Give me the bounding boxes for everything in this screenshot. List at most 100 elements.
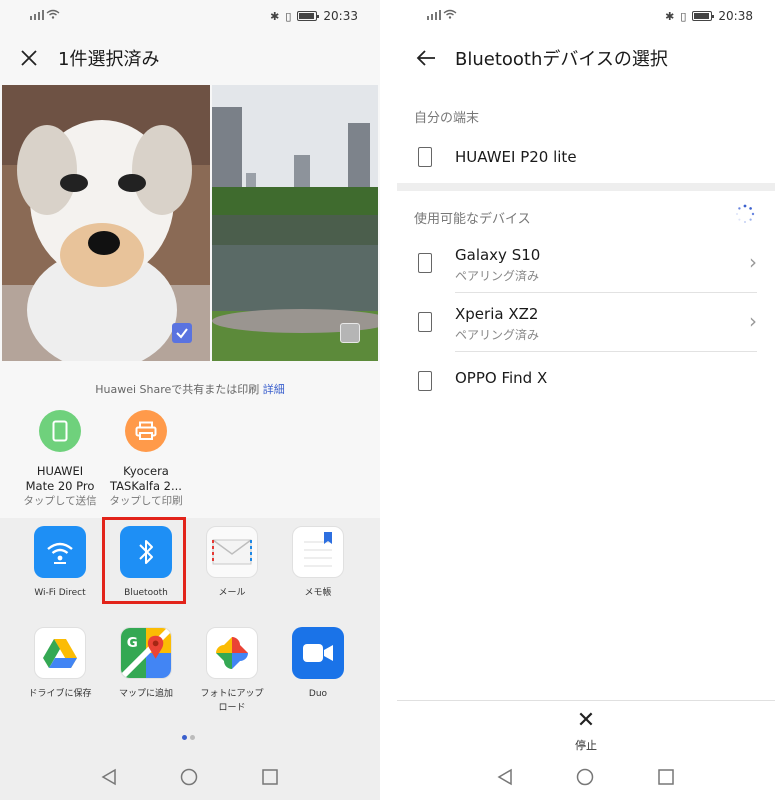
status-bar: ✱ ▯ 20:38	[397, 0, 775, 32]
phone-icon	[418, 147, 432, 167]
app-label: メール	[218, 588, 246, 598]
check-icon	[176, 328, 188, 339]
status-bar: ✱ ▯ 20:33	[0, 0, 380, 32]
device-row-oppo[interactable]: OPPO Find X	[397, 352, 775, 410]
device-name: Galaxy S10	[455, 246, 541, 264]
battery-icon	[692, 11, 715, 21]
chevron-right-icon[interactable]: ›	[749, 250, 757, 274]
duo-icon	[292, 627, 344, 679]
back-button[interactable]	[397, 38, 455, 78]
app-label: ドライブに保存	[28, 689, 92, 699]
park-photo-image	[212, 85, 378, 361]
share-hint-text: Huawei Shareで共有または印刷	[95, 383, 260, 396]
signal-icon	[30, 10, 44, 20]
back-nav-icon[interactable]	[496, 768, 514, 786]
section-separator	[397, 183, 775, 191]
device-row-xperia[interactable]: Xperia XZ2 ペアリング済み ›	[397, 293, 775, 351]
phone-icon	[418, 312, 432, 332]
wifi-icon	[443, 9, 457, 19]
my-device-name: HUAWEI P20 lite	[455, 148, 577, 166]
huawei-share-hint: Huawei Shareで共有または印刷 詳細	[0, 381, 380, 397]
device-name-line1: HUAWEI	[36, 464, 84, 478]
share-device-mate20pro[interactable]: HUAWEI Mate 20 Pro タップして送信	[15, 408, 105, 509]
app-notepad[interactable]: メモ帳	[275, 526, 361, 600]
my-device-row: HUAWEI P20 lite	[397, 128, 775, 186]
app-bar: Bluetoothデバイスの選択	[397, 38, 775, 78]
device-name: Xperia XZ2	[455, 305, 539, 323]
phone-icon	[418, 371, 432, 391]
details-link[interactable]: 詳細	[263, 383, 285, 396]
vibrate-icon: ▯	[285, 9, 292, 23]
device-status: ペアリング済み	[455, 269, 540, 283]
phone-icon	[418, 253, 432, 273]
bluetooth-status-icon: ✱	[665, 9, 675, 23]
device-status: ペアリング済み	[455, 328, 540, 342]
page-dot	[190, 735, 195, 740]
printer-icon	[125, 410, 167, 452]
nav-bar	[0, 754, 380, 800]
device-name: OPPO Find X	[455, 369, 548, 387]
my-device-section-title: 自分の端末	[414, 111, 480, 126]
recents-nav-icon[interactable]	[261, 768, 279, 786]
back-nav-icon[interactable]	[100, 768, 118, 786]
recents-nav-icon[interactable]	[657, 768, 675, 786]
home-nav-icon[interactable]	[576, 768, 594, 786]
app-google-drive[interactable]: ドライブに保存	[17, 627, 103, 701]
photo-grid	[2, 85, 378, 361]
mail-icon	[206, 526, 258, 578]
device-name-line1: Kyocera	[123, 464, 169, 478]
close-icon: ✕	[576, 708, 596, 733]
notepad-icon	[292, 526, 344, 578]
nav-bar	[397, 754, 775, 800]
app-mail[interactable]: メール	[189, 526, 275, 600]
app-google-maps[interactable]: G マップに追加	[103, 627, 189, 701]
close-icon	[21, 50, 37, 66]
app-duo[interactable]: Duo	[275, 627, 361, 701]
bluetooth-highlight-box	[102, 517, 186, 604]
app-bar: 1件選択済み	[0, 38, 380, 78]
battery-icon	[297, 11, 320, 21]
app-label: フォトにアップ ロード	[200, 689, 264, 713]
page-title: 1件選択済み	[58, 49, 160, 70]
google-photos-icon	[206, 627, 258, 679]
arrow-left-icon	[416, 50, 435, 66]
device-sub: タップして印刷	[109, 495, 183, 507]
app-label: メモ帳	[304, 588, 332, 598]
stop-label: 停止	[575, 739, 597, 752]
device-name-line2: Mate 20 Pro	[25, 479, 95, 493]
wifi-icon	[46, 9, 60, 19]
device-sub: タップして送信	[23, 495, 97, 507]
share-sheet-screen: ✱ ▯ 20:33 1件選択済み Huawei Shareで共有または印刷 詳細…	[0, 0, 380, 800]
unselected-checkbox[interactable]	[340, 323, 360, 343]
page-indicator	[182, 735, 195, 740]
app-label: Duo	[308, 689, 328, 699]
app-wifi-direct[interactable]: Wi-Fi Direct	[17, 526, 103, 600]
bottom-action-bar: ✕ 停止	[397, 700, 775, 754]
share-device-kyocera[interactable]: Kyocera TASKalfa 2... タップして印刷	[101, 408, 191, 509]
app-google-photos[interactable]: フォトにアップ ロード	[189, 627, 275, 715]
clock: 20:38	[718, 9, 753, 23]
page-title: Bluetoothデバイスの選択	[455, 49, 668, 70]
device-row-galaxy[interactable]: Galaxy S10 ペアリング済み ›	[397, 234, 775, 292]
stop-button[interactable]: ✕ 停止	[566, 709, 606, 753]
home-nav-icon[interactable]	[180, 768, 198, 786]
dog-photo-image	[2, 85, 210, 361]
bluetooth-status-icon: ✱	[270, 9, 280, 23]
available-section-title: 使用可能なデバイス	[414, 212, 531, 227]
phone-icon	[39, 410, 81, 452]
close-button[interactable]	[0, 38, 58, 78]
photo-dog[interactable]	[2, 85, 210, 361]
vibrate-icon: ▯	[680, 9, 687, 23]
chevron-right-icon[interactable]: ›	[749, 309, 757, 333]
google-maps-icon: G	[120, 627, 172, 679]
svg-text:G: G	[127, 636, 138, 651]
app-label: Wi-Fi Direct	[34, 588, 86, 598]
signal-icon	[427, 10, 441, 20]
selected-checkbox[interactable]	[172, 323, 192, 343]
app-label: マップに追加	[118, 689, 173, 699]
page-dot-active	[182, 735, 187, 740]
clock: 20:33	[323, 9, 358, 23]
photo-park[interactable]	[212, 85, 378, 361]
device-name-line2: TASKalfa 2...	[110, 479, 182, 493]
google-drive-icon	[34, 627, 86, 679]
